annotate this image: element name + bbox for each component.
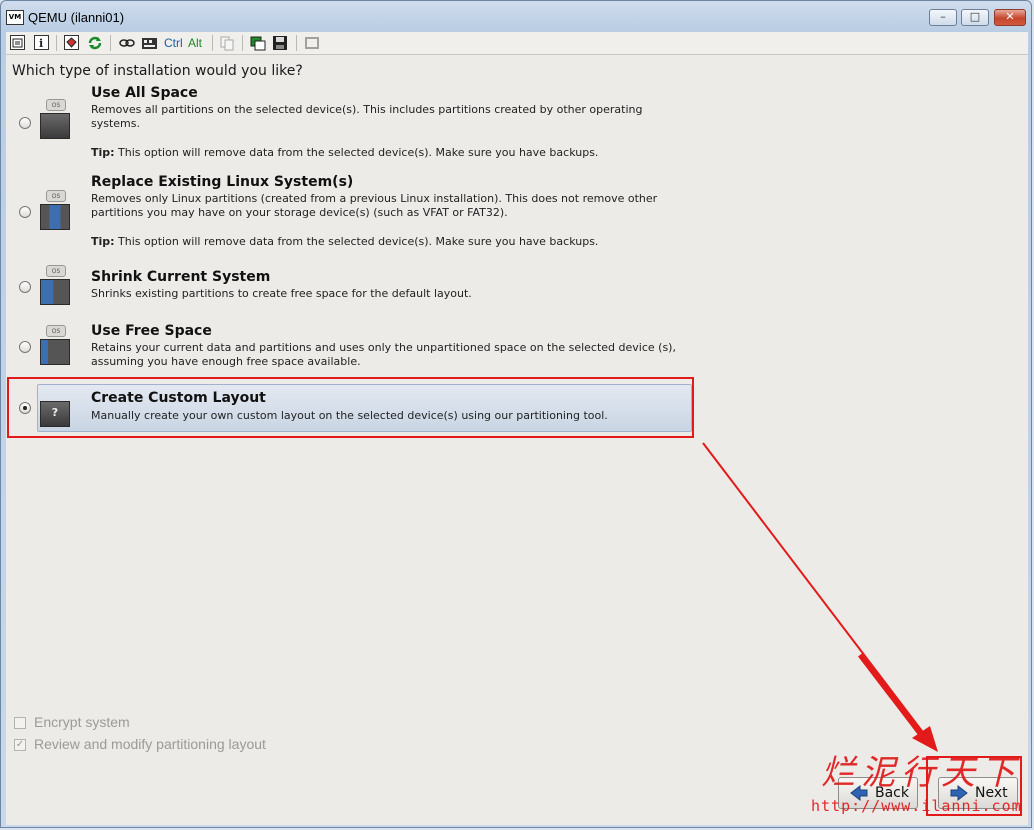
encrypt-system-label: Encrypt system [34, 714, 130, 730]
resize-icon[interactable] [304, 35, 320, 51]
option-use-free-space[interactable]: OS Use Free Space Retains your current d… [6, 323, 696, 379]
disk-shrink-icon: OS [40, 265, 72, 309]
watermark-text: 烂泥行天下 [821, 753, 1021, 793]
info-icon[interactable]: i [34, 35, 49, 50]
keys-icon[interactable] [118, 35, 136, 51]
toolbar-separator [110, 35, 111, 51]
option-description: Shrinks existing partitions to create fr… [91, 287, 472, 300]
option-description: Retains your current data and partitions… [91, 341, 676, 368]
option-tip: Tip: This option will remove data from t… [91, 146, 599, 159]
radio-use-all-space[interactable] [19, 117, 31, 129]
option-title: Use All Space [91, 85, 198, 101]
toolbar-separator [242, 35, 243, 51]
option-description: Removes only Linux partitions (created f… [91, 192, 658, 219]
option-shrink-system[interactable]: OS Shrink Current System Shrinks existin… [6, 265, 696, 325]
installer-panel: Which type of installation would you lik… [6, 55, 1028, 825]
toolbar-separator [212, 35, 213, 51]
properties-icon[interactable] [10, 35, 25, 50]
radio-shrink-system[interactable] [19, 281, 31, 293]
review-layout-checkbox[interactable]: ✓ [14, 739, 26, 751]
qemu-window: VM QEMU (ilanni01) – □ ✕ i Ctrl Alt Whic… [0, 0, 1032, 828]
disk-free-icon: OS [40, 325, 72, 369]
minimize-button[interactable]: – [929, 9, 957, 26]
fullscreen-icon[interactable] [64, 35, 79, 50]
vm-app-icon: VM [6, 10, 24, 25]
review-layout-label: Review and modify partitioning layout [34, 736, 266, 752]
annotation-highlight-box [7, 377, 694, 438]
window-title: QEMU (ilanni01) [28, 10, 125, 25]
radio-replace-linux[interactable] [19, 206, 31, 218]
radio-use-free-space[interactable] [19, 341, 31, 353]
disk-replace-icon: OS [40, 190, 72, 234]
send-keys-icon[interactable] [141, 35, 159, 51]
option-title: Replace Existing Linux System(s) [91, 174, 354, 190]
close-button[interactable]: ✕ [994, 9, 1026, 26]
maximize-button[interactable]: □ [961, 9, 989, 26]
title-bar[interactable]: VM QEMU (ilanni01) – □ ✕ [1, 1, 1033, 31]
option-title: Use Free Space [91, 323, 212, 339]
toolbar: i Ctrl Alt [6, 32, 1028, 55]
screenshot-icon[interactable] [250, 35, 266, 51]
toolbar-separator [296, 35, 297, 51]
option-tip: Tip: This option will remove data from t… [91, 235, 599, 248]
svg-text:i: i [39, 37, 43, 49]
option-title: Shrink Current System [91, 269, 271, 285]
page-question: Which type of installation would you lik… [12, 63, 303, 79]
toolbar-separator [56, 35, 57, 51]
alt-key-button[interactable]: Alt [188, 35, 202, 51]
option-use-all-space[interactable]: OS Use All Space Removes all partitions … [6, 85, 696, 171]
save-icon[interactable] [272, 35, 288, 51]
refresh-icon[interactable] [87, 35, 103, 51]
encrypt-system-checkbox[interactable] [14, 717, 26, 729]
copy-icon[interactable] [219, 35, 235, 51]
disk-os-icon: OS [40, 99, 72, 143]
option-replace-linux[interactable]: OS Replace Existing Linux System(s) Remo… [6, 174, 696, 260]
option-description: Removes all partitions on the selected d… [91, 103, 643, 130]
watermark-url: http://www.ilanni.com [811, 797, 1022, 815]
ctrl-key-button[interactable]: Ctrl [164, 35, 183, 51]
